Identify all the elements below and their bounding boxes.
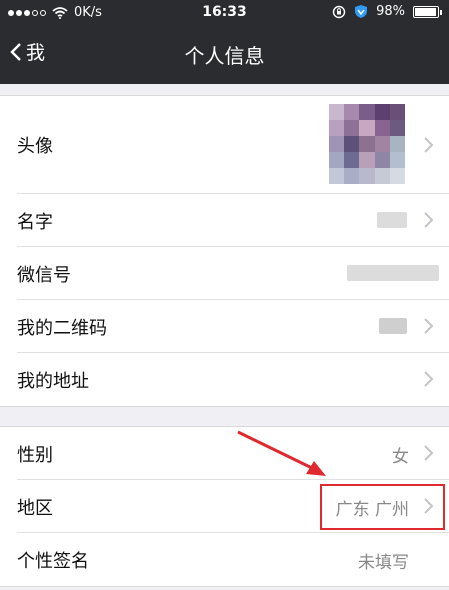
arrow-icon [237,430,326,476]
